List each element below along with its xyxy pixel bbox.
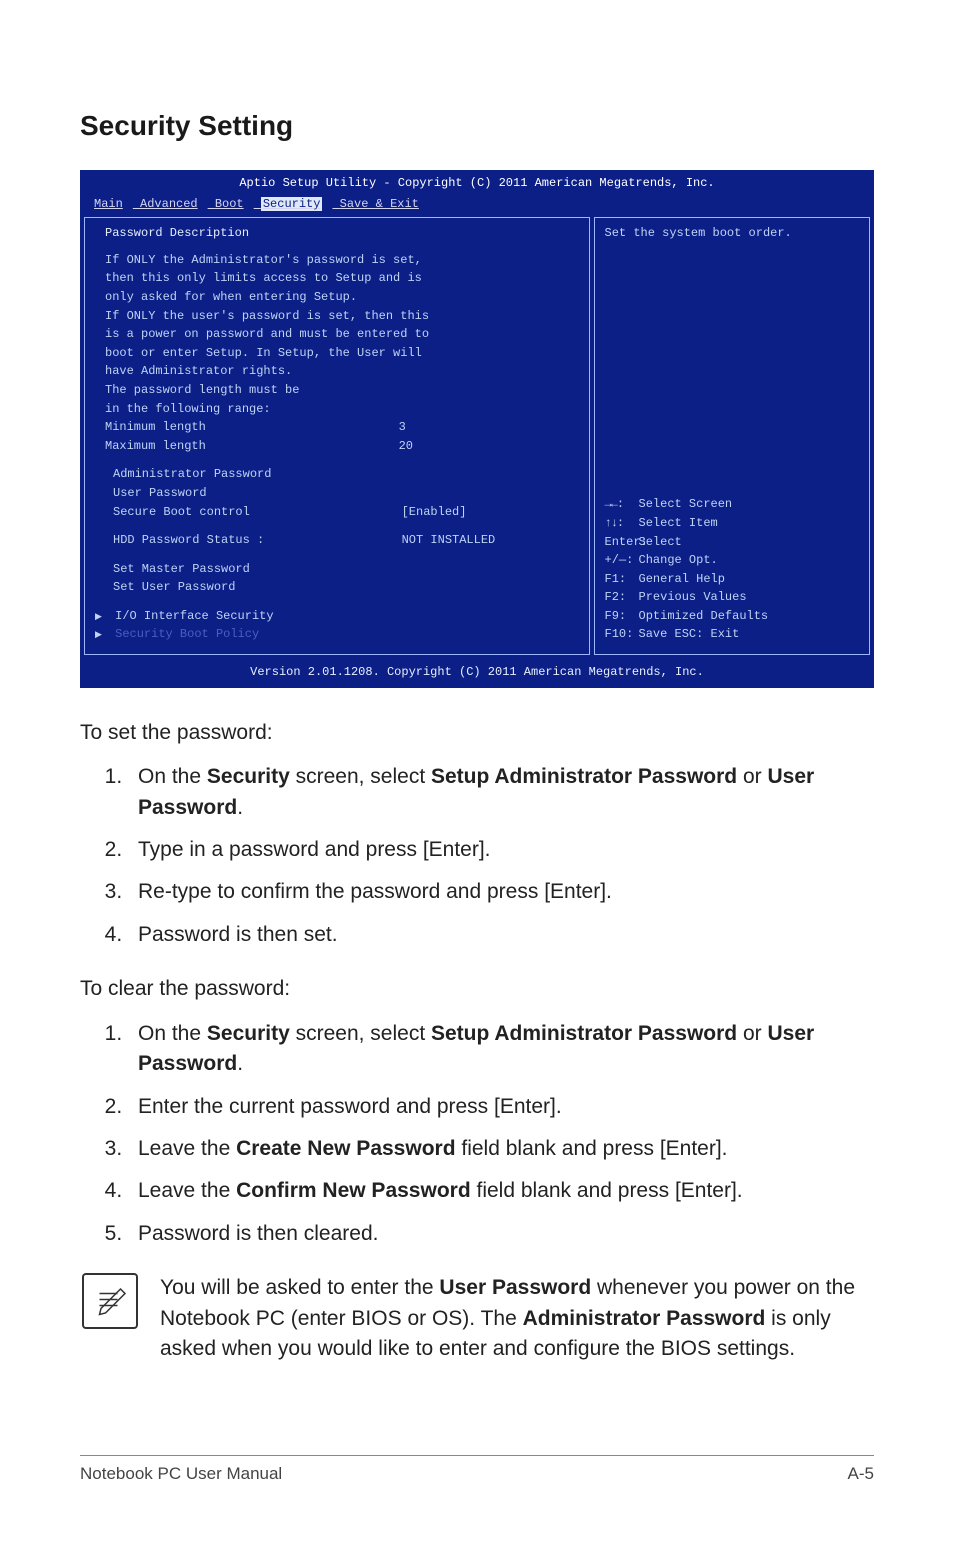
- bios-tab-row: Main Advanced Boot Security Save & Exit: [80, 195, 874, 218]
- clear-step-4: Leave the Confirm New Password field bla…: [128, 1176, 874, 1206]
- clear-step-3: Leave the Create New Password field blan…: [128, 1134, 874, 1164]
- admin-password-item: Administrator Password: [95, 465, 579, 484]
- clear-password-steps: On the Security screen, select Setup Adm…: [80, 1019, 874, 1250]
- bios-tab-main: Main: [94, 197, 123, 211]
- footer-left: Notebook PC User Manual: [80, 1464, 282, 1484]
- password-description-text: If ONLY the Administrator's password is …: [95, 251, 579, 418]
- io-interface-security-item: I/O Interface Security: [95, 607, 579, 626]
- bios-tab-security: Security: [261, 197, 323, 211]
- set-user-password-item: Set User Password: [95, 578, 579, 597]
- bios-left-panel: Password Description If ONLY the Adminis…: [84, 217, 590, 655]
- min-length-row: Minimum length 3: [95, 418, 579, 437]
- security-boot-policy-item: Security Boot Policy: [95, 625, 579, 644]
- bios-footer: Version 2.01.1208. Copyright (C) 2011 Am…: [80, 659, 874, 688]
- clear-step-1: On the Security screen, select Setup Adm…: [128, 1019, 874, 1080]
- secure-boot-row: Secure Boot control [Enabled]: [95, 503, 579, 522]
- set-password-steps: On the Security screen, select Setup Adm…: [80, 762, 874, 950]
- bios-tab-save-exit: Save & Exit: [340, 197, 419, 211]
- bios-tab-advanced: Advanced: [140, 197, 198, 211]
- clear-step-2: Enter the current password and press [En…: [128, 1092, 874, 1122]
- set-master-password-item: Set Master Password: [95, 560, 579, 579]
- note-icon: [82, 1273, 138, 1329]
- note-block: You will be asked to enter the User Pass…: [80, 1273, 874, 1364]
- bios-banner: Aptio Setup Utility - Copyright (C) 2011…: [80, 170, 874, 195]
- hdd-password-row: HDD Password Status : NOT INSTALLED: [95, 531, 579, 550]
- page-title: Security Setting: [80, 110, 874, 142]
- set-step-2: Type in a password and press [Enter].: [128, 835, 874, 865]
- clear-password-intro: To clear the password:: [80, 974, 874, 1004]
- help-top-text: Set the system boot order.: [605, 224, 859, 243]
- note-text: You will be asked to enter the User Pass…: [160, 1273, 872, 1364]
- help-keys: →←:Select Screen ↑↓:Select Item Enter:Se…: [605, 495, 859, 644]
- clear-step-5: Password is then cleared.: [128, 1219, 874, 1249]
- user-password-item: User Password: [95, 484, 579, 503]
- set-password-intro: To set the password:: [80, 718, 874, 748]
- notepad-pencil-icon: [92, 1283, 128, 1319]
- bios-screenshot: Aptio Setup Utility - Copyright (C) 2011…: [80, 170, 874, 688]
- password-description-title: Password Description: [95, 224, 579, 243]
- page-footer: Notebook PC User Manual A-5: [80, 1455, 874, 1484]
- bios-right-panel: Set the system boot order. →←:Select Scr…: [594, 217, 870, 655]
- max-length-row: Maximum length 20: [95, 437, 579, 456]
- set-step-1: On the Security screen, select Setup Adm…: [128, 762, 874, 823]
- bios-tab-boot: Boot: [215, 197, 244, 211]
- set-step-4: Password is then set.: [128, 920, 874, 950]
- set-step-3: Re-type to confirm the password and pres…: [128, 877, 874, 907]
- footer-right: A-5: [848, 1464, 874, 1484]
